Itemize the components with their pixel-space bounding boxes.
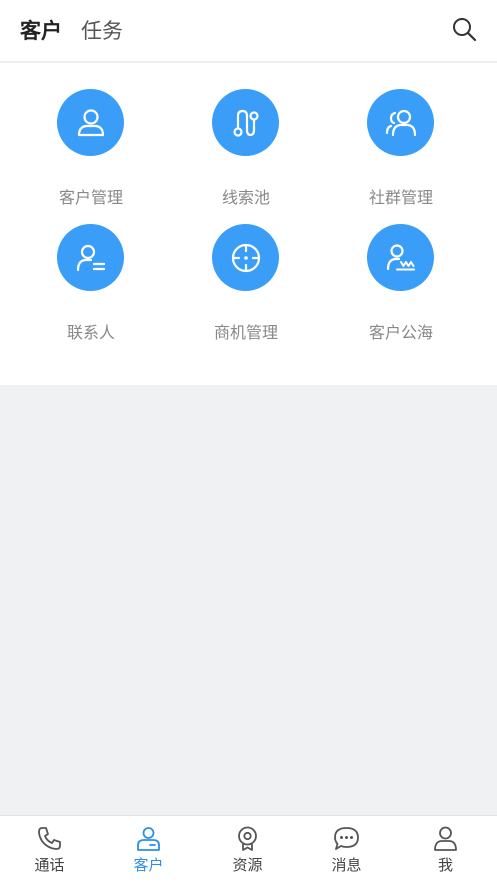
group-icon	[367, 89, 434, 156]
grid-label: 线索池	[221, 188, 270, 207]
resource-icon	[234, 825, 261, 852]
grid-item-customer-pool[interactable]: 客户公海	[331, 224, 471, 342]
grid-label: 商机管理	[213, 323, 278, 342]
phone-icon	[36, 825, 63, 852]
tabbar-item-messages[interactable]: 消息	[297, 816, 396, 883]
function-grid: 客户管理 线索池 社群管理 联系人 商机管理 客户公海	[0, 63, 497, 385]
customer-icon	[135, 825, 162, 852]
tab-customer[interactable]: 客户	[20, 16, 62, 46]
tabbar-item-customer[interactable]: 客户	[99, 816, 198, 883]
tabbar-label: 资源	[232, 856, 263, 874]
grid-label: 客户公海	[368, 323, 433, 342]
grid-item-customer-management[interactable]: 客户管理	[21, 89, 161, 207]
tabbar-label: 我	[437, 856, 453, 874]
bottom-tab-bar: 通话 客户 资源 消息 我	[0, 815, 497, 883]
top-header: 客户 任务	[0, 0, 497, 62]
tabbar-label: 消息	[331, 856, 362, 874]
target-icon	[212, 224, 279, 291]
grid-label: 社群管理	[368, 188, 433, 207]
route-icon	[212, 89, 279, 156]
user-wave-icon	[367, 224, 434, 291]
grid-item-contacts[interactable]: 联系人	[21, 224, 161, 342]
tabbar-item-calls[interactable]: 通话	[0, 816, 99, 883]
grid-item-opportunity-management[interactable]: 商机管理	[176, 224, 316, 342]
app-screen: 客户 任务 客户管理 线索池 社群管理 联系人 商机管理 客户公海 通话 客户 …	[0, 0, 497, 883]
tabbar-item-me[interactable]: 我	[396, 816, 495, 883]
search-icon[interactable]	[451, 16, 477, 42]
tab-task[interactable]: 任务	[81, 16, 123, 46]
grid-item-lead-pool[interactable]: 线索池	[176, 89, 316, 207]
profile-icon	[432, 825, 459, 852]
grid-label: 客户管理	[58, 188, 123, 207]
tabbar-item-resources[interactable]: 资源	[198, 816, 297, 883]
user-icon	[57, 89, 124, 156]
grid-label: 联系人	[66, 323, 115, 342]
contact-icon	[57, 224, 124, 291]
tabbar-label: 通话	[34, 856, 65, 874]
message-icon	[333, 825, 360, 852]
tabbar-label: 客户	[133, 856, 164, 874]
grid-item-community-management[interactable]: 社群管理	[331, 89, 471, 207]
